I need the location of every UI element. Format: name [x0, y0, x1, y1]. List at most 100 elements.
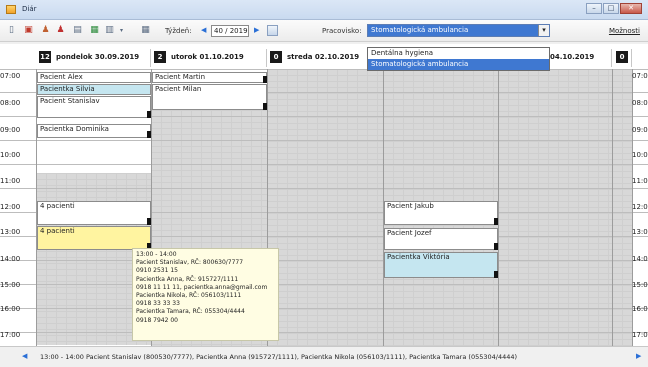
day-label: streda 02.10.2019: [287, 53, 360, 61]
hour-line: [0, 308, 648, 309]
appointment[interactable]: Pacientka Viktória: [384, 252, 498, 278]
time-label: 14:00: [0, 255, 21, 263]
time-label: 08:00: [0, 99, 21, 107]
previous-week-button[interactable]: ◀: [201, 26, 206, 34]
appointment[interactable]: Pacient Stanislav: [37, 96, 151, 118]
time-label: 17:0: [632, 331, 648, 339]
dropdown-option-dental-hygiene[interactable]: Dentálna hygiena: [368, 48, 549, 59]
chevron-down-icon[interactable]: ▾: [538, 25, 549, 36]
time-label: 13:0: [632, 228, 648, 236]
day-header-tuesday[interactable]: 2 utorok 01.10.2019: [151, 49, 267, 67]
appointment-marker: [147, 131, 151, 138]
remove-user-icon[interactable]: ♟: [55, 25, 66, 36]
dropdown-option-dental-clinic[interactable]: Stomatologická ambulancia: [368, 59, 549, 70]
day-header-monday[interactable]: 12 pondelok 30.09.2019: [36, 49, 151, 67]
week-input[interactable]: 40 / 2019: [211, 25, 249, 37]
day-count-badge: 0: [270, 51, 282, 63]
scroll-right-icon[interactable]: ▶: [636, 352, 641, 360]
appointment-marker: [147, 111, 151, 118]
hour-line: [0, 164, 648, 165]
options-menu[interactable]: Možnosti: [609, 27, 640, 35]
calendar-picker-icon[interactable]: [267, 25, 278, 36]
time-label: 16:0: [632, 305, 648, 313]
hour-line: [0, 260, 648, 261]
new-document-icon[interactable]: ▯: [6, 25, 17, 36]
hour-line: [0, 188, 648, 189]
status-text: 13:00 - 14:00 Pacient Stanislav (800530/…: [40, 353, 518, 361]
appointment-tooltip: 13:00 - 14:00 Pacient Stanislav, RČ: 800…: [132, 248, 279, 341]
day-count-badge: 2: [154, 51, 166, 63]
time-label: 14:0: [632, 255, 648, 263]
appointment-label: Pacient Alex: [40, 73, 83, 81]
tooltip-line: 0910 2531 15: [136, 267, 178, 275]
scroll-left-icon[interactable]: ◀: [22, 352, 27, 360]
close-button[interactable]: ✕: [620, 3, 642, 14]
hour-line: [0, 69, 648, 70]
column-divider: [498, 69, 499, 346]
day-header-saturday[interactable]: 0: [612, 49, 632, 67]
appointment-label: Pacient Jozef: [387, 229, 432, 237]
export-icon[interactable]: ▦: [89, 25, 100, 36]
tooltip-line: Pacientka Tamara, RČ: 055304/4444: [136, 308, 245, 316]
appointment-label: 4 pacienti: [40, 227, 75, 235]
day-header-wednesday[interactable]: 0 streda 02.10.2019: [267, 49, 383, 67]
tooltip-line: 0918 11 11 11, pacientka.anna@gmail.com: [136, 283, 268, 291]
tooltip-line: Pacientka Nikola, RČ: 056103/1111: [136, 292, 242, 300]
appointment-group[interactable]: 4 pacienti: [37, 226, 151, 250]
hour-line: [0, 284, 648, 285]
print-icon[interactable]: ▥: [104, 25, 115, 36]
appointment-label: Pacientka Dominika: [40, 125, 109, 133]
time-label: 12:0: [632, 203, 648, 211]
tooltip-line: 13:00 - 14:00: [136, 251, 177, 258]
app-icon: [6, 5, 16, 14]
time-label: 16:00: [0, 305, 21, 313]
day-label: pondelok 30.09.2019: [56, 53, 140, 61]
time-label: 15:0: [632, 281, 648, 289]
minimize-button[interactable]: –: [586, 3, 602, 14]
appointment-label: Pacientka Silvia: [40, 85, 95, 93]
day-label: utorok 01.10.2019: [171, 53, 244, 61]
list-icon[interactable]: ▤: [72, 25, 83, 36]
tooltip-line: Pacientka Anna, RČ: 915727/1111: [136, 275, 239, 283]
hour-line: [0, 140, 648, 141]
appointment[interactable]: Pacient Martin: [152, 72, 267, 83]
time-label: 12:00: [0, 203, 21, 211]
toolbar: ▯ ▣ ♟ ♟ ▤ ▦ ▥ ▾ ▦ Týždeň: ◀ 40 / 2019 ▶ …: [0, 20, 648, 42]
calendar-grid-icon[interactable]: ▦: [140, 25, 151, 36]
appointment[interactable]: Pacientka Dominika: [37, 124, 151, 138]
appointment-marker: [263, 76, 267, 83]
window-title: Diár: [22, 5, 37, 13]
appointment[interactable]: Pacientka Silvia: [37, 84, 151, 95]
tooltip-line: 0918 7942 00: [136, 316, 178, 324]
tooltip-line: 0918 33 33 33: [136, 300, 180, 308]
time-label: 07:00: [0, 72, 21, 80]
delete-icon[interactable]: ▣: [23, 25, 34, 36]
appointment-group[interactable]: 4 pacienti: [37, 201, 151, 225]
maximize-button[interactable]: □: [603, 3, 619, 14]
title-bar: Diár – □ ✕: [0, 0, 648, 20]
appointment[interactable]: Pacient Milan: [152, 84, 267, 110]
time-label: 09:00: [0, 126, 21, 134]
week-label: Týždeň:: [165, 27, 192, 35]
appointment-label: Pacientka Viktória: [387, 253, 450, 261]
appointment[interactable]: Pacient Jozef: [384, 228, 498, 250]
appointment-marker: [494, 271, 498, 278]
appointment[interactable]: Pacient Jakub: [384, 201, 498, 225]
appointment-marker: [494, 218, 498, 225]
appointment[interactable]: Pacient Alex: [37, 72, 151, 83]
workplace-select[interactable]: Stomatologická ambulancia ▾: [367, 24, 550, 37]
day-label: 04.10.2019: [550, 53, 595, 61]
next-week-button[interactable]: ▶: [254, 26, 259, 34]
workplace-select-value: Stomatologická ambulancia: [371, 26, 469, 34]
time-label: 11:0: [632, 177, 648, 185]
workplace-label: Pracovisko:: [322, 27, 362, 35]
workplace-dropdown-list: Dentálna hygiena Stomatologická ambulanc…: [367, 47, 550, 71]
appointment-label: Pacient Milan: [155, 85, 202, 93]
appointment-label: Pacient Stanislav: [40, 97, 100, 105]
wednesday-grid: [267, 69, 383, 346]
appointment-label: 4 pacienti: [40, 202, 75, 210]
day-count-badge: 12: [39, 51, 51, 63]
user-icon[interactable]: ♟: [40, 25, 51, 36]
time-label: 10:0: [632, 151, 648, 159]
print-dropdown-icon[interactable]: ▾: [116, 25, 127, 36]
